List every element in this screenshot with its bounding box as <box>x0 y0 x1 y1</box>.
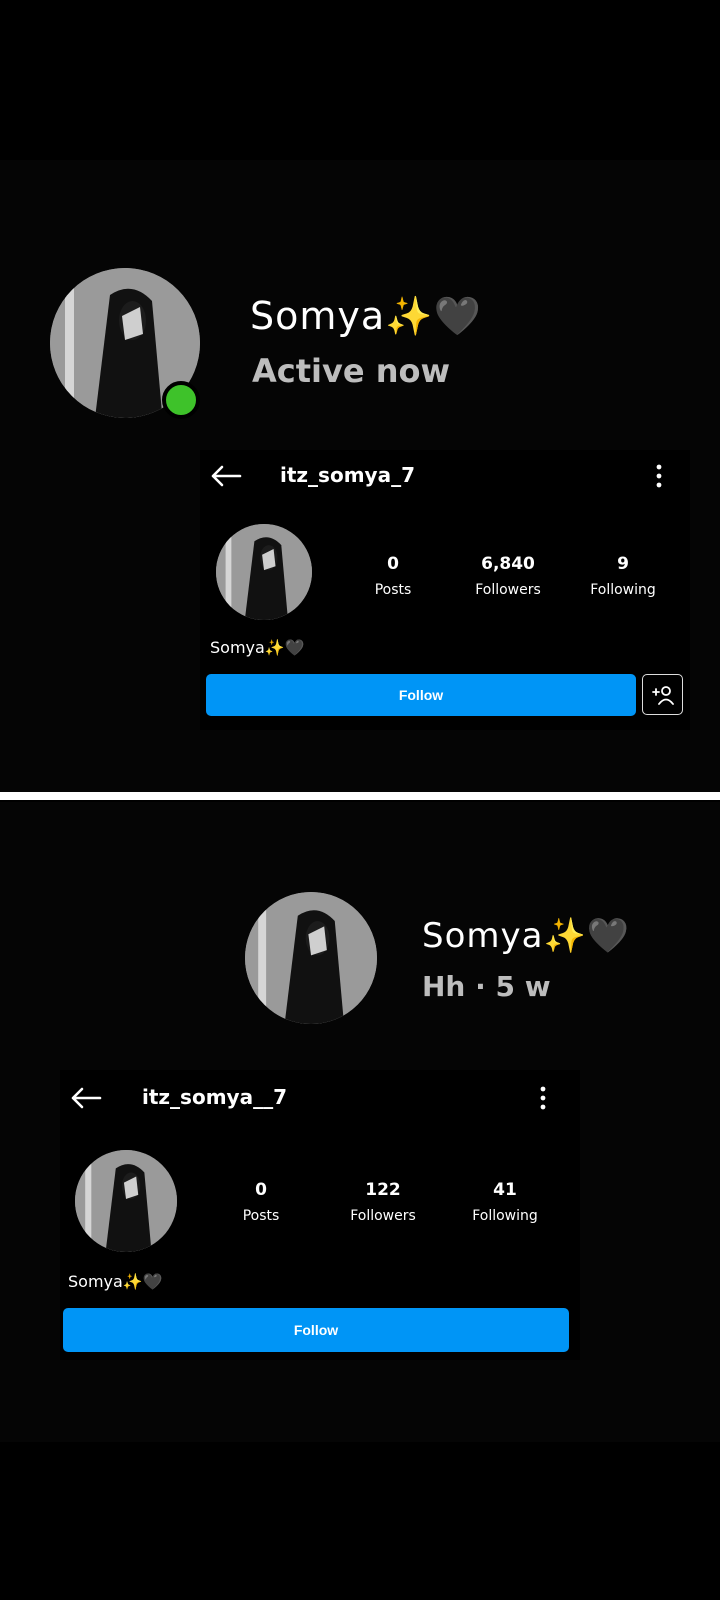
top-display-name: Somya✨🖤 <box>250 294 482 338</box>
posts-count: 0 <box>255 1180 267 1200</box>
section-divider <box>0 792 720 800</box>
bottom-username: itz_somya__7 <box>142 1085 287 1109</box>
posts-label: Posts <box>374 582 412 598</box>
back-arrow-icon[interactable] <box>70 1086 102 1110</box>
following-count: 41 <box>493 1180 517 1200</box>
top-active-status: Active now <box>252 352 451 390</box>
top-profile-card: itz_somya_7 0 Posts 6,840 Followers 9 Fo… <box>200 450 690 730</box>
bottom-large-avatar <box>245 892 377 1024</box>
more-vertical-icon[interactable] <box>539 1086 547 1110</box>
followers-count: 122 <box>365 1180 401 1200</box>
add-user-icon <box>651 685 674 705</box>
posts-count: 0 <box>387 554 399 574</box>
bottom-follow-button[interactable]: Follow <box>63 1308 569 1352</box>
top-follow-button[interactable]: Follow <box>206 674 636 716</box>
following-label: Following <box>590 582 656 598</box>
following-stat[interactable]: 9 Following <box>563 554 683 598</box>
followers-label: Followers <box>475 582 541 598</box>
followers-label: Followers <box>350 1208 416 1224</box>
followers-stat[interactable]: 122 Followers <box>323 1180 443 1224</box>
bottom-profile-card: itz_somya__7 0 Posts 122 Followers 41 Fo… <box>60 1070 580 1360</box>
top-profile-avatar[interactable] <box>216 524 312 620</box>
online-status-dot <box>162 381 200 419</box>
avatar-photo-icon <box>216 524 312 620</box>
followers-count: 6,840 <box>481 554 535 574</box>
posts-stat[interactable]: 0 Posts <box>333 554 453 598</box>
posts-label: Posts <box>242 1208 280 1224</box>
avatar-photo-icon <box>75 1150 177 1252</box>
back-arrow-icon[interactable] <box>210 464 242 488</box>
top-username: itz_somya_7 <box>280 463 415 487</box>
top-bio-name: Somya✨🖤 <box>210 638 305 657</box>
avatar-photo-icon <box>245 892 377 1024</box>
bottom-bio-name: Somya✨🖤 <box>68 1272 163 1291</box>
followers-stat[interactable]: 6,840 Followers <box>448 554 568 598</box>
following-stat[interactable]: 41 Following <box>445 1180 565 1224</box>
bottom-profile-avatar[interactable] <box>75 1150 177 1252</box>
posts-stat[interactable]: 0 Posts <box>201 1180 321 1224</box>
more-vertical-icon[interactable] <box>655 464 663 488</box>
bottom-last-active: Hh · 5 w <box>422 970 551 1003</box>
following-label: Following <box>472 1208 538 1224</box>
bottom-display-name: Somya✨🖤 <box>422 916 631 956</box>
following-count: 9 <box>617 554 629 574</box>
add-user-button[interactable] <box>642 674 683 715</box>
